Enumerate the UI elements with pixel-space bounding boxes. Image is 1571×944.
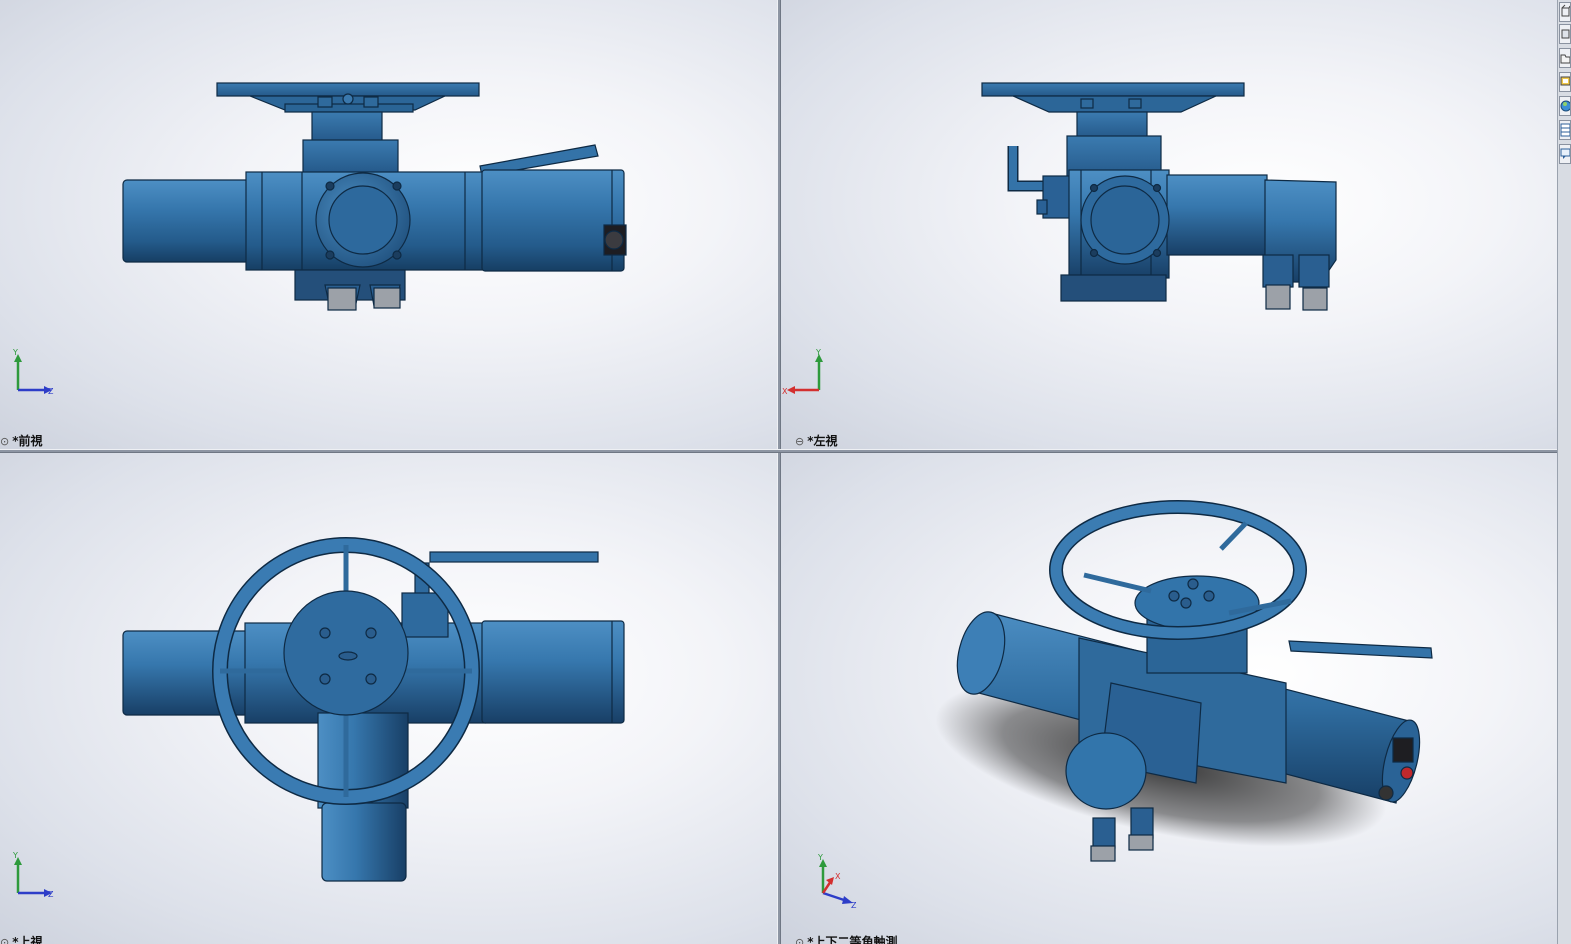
view-link-icon: ⊙ [795, 936, 805, 944]
box-icon[interactable] [1559, 24, 1571, 44]
axis-y-label: Y [817, 853, 823, 862]
viewport-splitter-vertical[interactable] [777, 0, 781, 944]
axis-z-label: Z [48, 387, 54, 396]
view-label-top[interactable]: ⊙ *上視 [0, 933, 43, 944]
viewport-left[interactable]: Y X ⊖ *左視 [781, 0, 1557, 449]
axis-y-label: Y [12, 851, 18, 860]
view-name-isometric: *上下二等角軸測 [807, 935, 898, 944]
view-label-isometric[interactable]: ⊙ *上下二等角軸測 [795, 933, 898, 944]
viewport-front[interactable]: Y Z ⊙ *前視 [0, 0, 777, 449]
axis-triad: Y X [782, 348, 823, 396]
comment-icon[interactable] [1559, 144, 1571, 164]
actuator-model-left[interactable] [781, 0, 1557, 449]
view-cube-icon[interactable] [1559, 2, 1571, 22]
view-link-icon: ⊙ [0, 936, 10, 944]
task-pane-tabs [1557, 0, 1571, 944]
view-name-left: *左視 [807, 434, 838, 448]
axis-triad: Y Z [12, 348, 54, 396]
view-link-icon: ⊙ [0, 435, 10, 448]
viewport-isometric[interactable]: Y Z X ⊙ *上下二等角軸測 [781, 453, 1557, 944]
display-icon[interactable] [1559, 72, 1571, 92]
axis-x-label: X [782, 387, 788, 396]
view-label-front[interactable]: ⊙ *前視 [0, 432, 43, 449]
viewport-splitter-horizontal[interactable] [0, 449, 1557, 453]
axis-x-label: X [835, 872, 841, 881]
axis-triad: Y Z [12, 851, 54, 899]
axis-y-label: Y [12, 348, 18, 357]
axis-triad: Y Z X [817, 853, 857, 909]
actuator-model-front[interactable] [0, 0, 777, 449]
axis-z-label: Z [48, 890, 54, 899]
folder-icon[interactable] [1559, 48, 1571, 68]
view-link-icon: ⊖ [795, 435, 805, 448]
view-name-front: *前視 [12, 434, 43, 448]
appearance-icon[interactable] [1559, 96, 1571, 116]
actuator-model-top[interactable] [0, 453, 777, 944]
view-label-left[interactable]: ⊖ *左視 [795, 432, 838, 449]
actuator-model-isometric[interactable] [781, 453, 1557, 944]
axis-y-label: Y [815, 348, 821, 357]
viewport-top[interactable]: Y Z ⊙ *上視 [0, 453, 777, 944]
view-name-top: *上視 [12, 935, 43, 944]
table-icon[interactable] [1559, 120, 1571, 140]
axis-z-label: Z [851, 901, 857, 909]
